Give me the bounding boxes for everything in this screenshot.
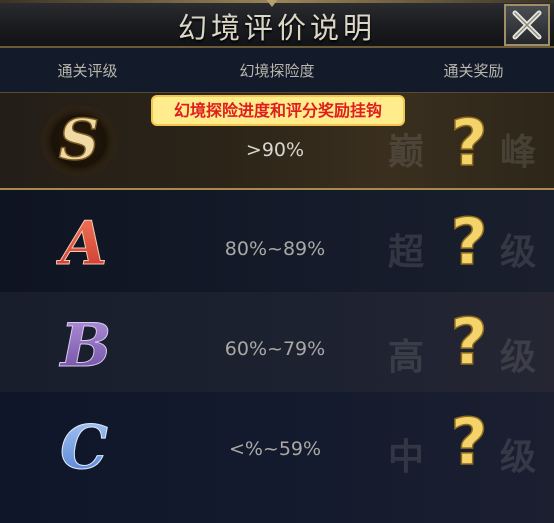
range-value: >90% (245, 139, 305, 161)
reward-slot[interactable]: ? (444, 106, 494, 182)
rank-s-icon: S (41, 105, 117, 177)
reward-slot[interactable]: ? (444, 405, 494, 481)
header-rank: 通关评级 (57, 62, 118, 80)
header-reward: 通关奖励 (443, 62, 504, 80)
rank-b-icon: B (58, 311, 112, 377)
svg-text:?: ? (450, 206, 487, 272)
svg-text:A: A (56, 209, 107, 274)
evaluation-dialog: 幻境评价说明 通关评级 幻境探险度 通关奖励 S >90% 巅 峰 ? A 80… (0, 0, 554, 523)
range-value: 60%~79% (224, 338, 326, 360)
title-bar: 幻境评价说明 (0, 0, 554, 48)
question-mark-icon: ? (450, 205, 489, 281)
rank-a-icon: A (56, 209, 108, 275)
header-progress: 幻境探险度 (239, 62, 315, 80)
svg-text:C: C (60, 413, 108, 478)
rank-c-icon: C (60, 413, 109, 479)
svg-text:?: ? (450, 107, 487, 173)
dialog-title: 幻境评价说明 (177, 11, 376, 45)
rank-row-c: C <%~59% 中级 ? (0, 392, 554, 523)
range-value: 80%~89% (224, 238, 326, 260)
svg-text:S: S (59, 107, 99, 173)
column-header-row: 通关评级 幻境探险度 通关奖励 (0, 48, 554, 92)
svg-text:?: ? (450, 306, 487, 372)
rank-row-a: A 80%~89% 超级 ? (0, 190, 554, 292)
range-value: <%~59% (228, 438, 322, 460)
svg-text:?: ? (450, 406, 487, 472)
annotation-label: 幻境探险进度和评分奖励挂钩 (151, 95, 405, 126)
question-mark-icon: ? (450, 305, 489, 381)
rank-row-b: B 60%~79% 高级 ? (0, 292, 554, 392)
question-mark-icon: ? (450, 106, 489, 182)
reward-slot[interactable]: ? (444, 305, 494, 381)
svg-text:B: B (59, 311, 112, 376)
close-button[interactable] (504, 4, 550, 46)
question-mark-icon: ? (450, 405, 489, 481)
close-x-icon (512, 10, 542, 40)
reward-slot[interactable]: ? (444, 205, 494, 281)
